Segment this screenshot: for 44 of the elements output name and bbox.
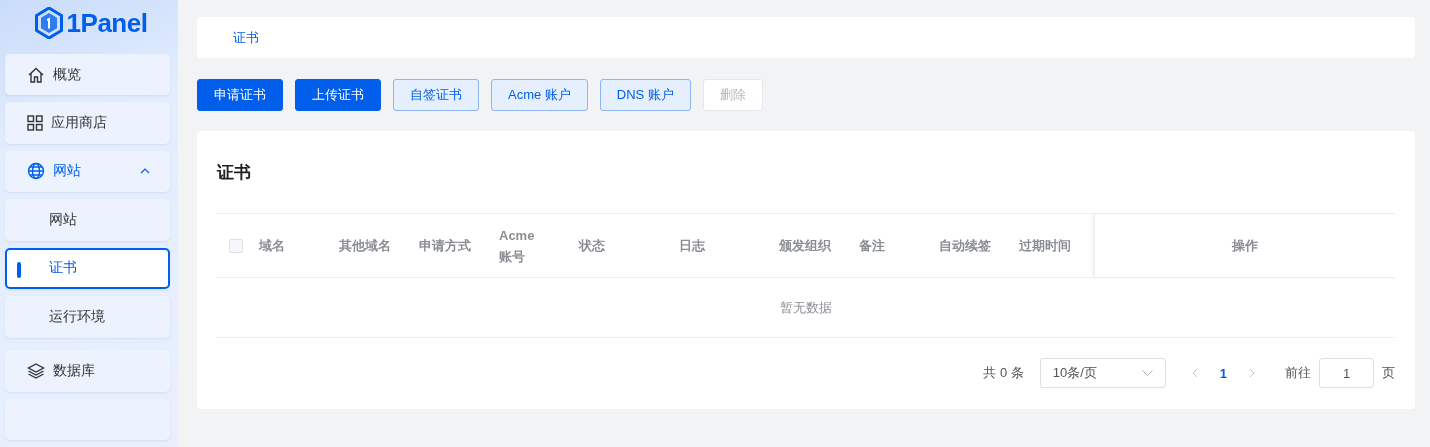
active-indicator — [17, 261, 21, 278]
toolbar-button[interactable]: DNS 账户 — [599, 79, 691, 111]
sidebar-item[interactable]: 网站 — [5, 199, 170, 241]
page-size-select[interactable]: 10条/页 — [1039, 358, 1166, 388]
column-header: 日志 — [679, 238, 705, 253]
column-header: 操作 — [1232, 237, 1258, 255]
globe-icon — [27, 162, 45, 181]
sidebar-item[interactable]: 网站 — [5, 150, 170, 193]
logo-text: 1Panel — [66, 7, 148, 39]
home-icon — [27, 65, 45, 84]
column-header: 自动续签 — [939, 238, 991, 253]
next-page-icon[interactable] — [1249, 368, 1255, 378]
column-header: 过期时间 — [1019, 238, 1071, 253]
layers-icon — [27, 361, 45, 380]
breadcrumb-item[interactable]: 证书 — [233, 28, 259, 47]
column-header: 申请方式 — [419, 238, 471, 253]
card-title: 证书 — [217, 161, 252, 184]
empty-text: 暂无数据 — [780, 298, 832, 317]
select-all-checkbox[interactable] — [229, 238, 243, 253]
sidebar-item[interactable]: 应用商店 — [5, 102, 170, 144]
column-header: 域名 — [259, 238, 285, 253]
column-header: Acme 账号 — [499, 226, 536, 266]
sidebar-item[interactable]: 证书 — [5, 247, 170, 290]
page-input[interactable]: 1 — [1319, 358, 1374, 388]
sidebar-item[interactable]: 运行环境 — [5, 296, 170, 338]
caret-icon — [140, 168, 150, 175]
previous-page-icon[interactable] — [1191, 368, 1198, 378]
logo-icon — [34, 7, 63, 39]
column-header: 备注 — [859, 238, 885, 253]
column-header: 颁发组织 — [779, 238, 831, 253]
toolbar-button[interactable]: Acme 账户 — [491, 79, 588, 111]
toolbar-button[interactable]: 自签证书 — [393, 79, 479, 111]
sidebar-item[interactable]: 概览 — [5, 54, 170, 96]
toolbar-button[interactable]: 上传证书 — [295, 79, 381, 111]
column-header: 其他域名 — [339, 238, 391, 253]
sidebar-item[interactable]: 数据库 — [5, 350, 170, 392]
grid-icon — [27, 115, 43, 132]
chevron-down-icon — [1141, 370, 1153, 376]
goto-label: 前往 — [1285, 364, 1311, 382]
total-count: 共 0 条 — [983, 364, 1024, 382]
page-number[interactable]: 1 — [1219, 365, 1227, 381]
column-header: 状态 — [579, 238, 605, 253]
toolbar-button[interactable]: 申请证书 — [197, 79, 283, 111]
page-suffix: 页 — [1382, 364, 1395, 382]
